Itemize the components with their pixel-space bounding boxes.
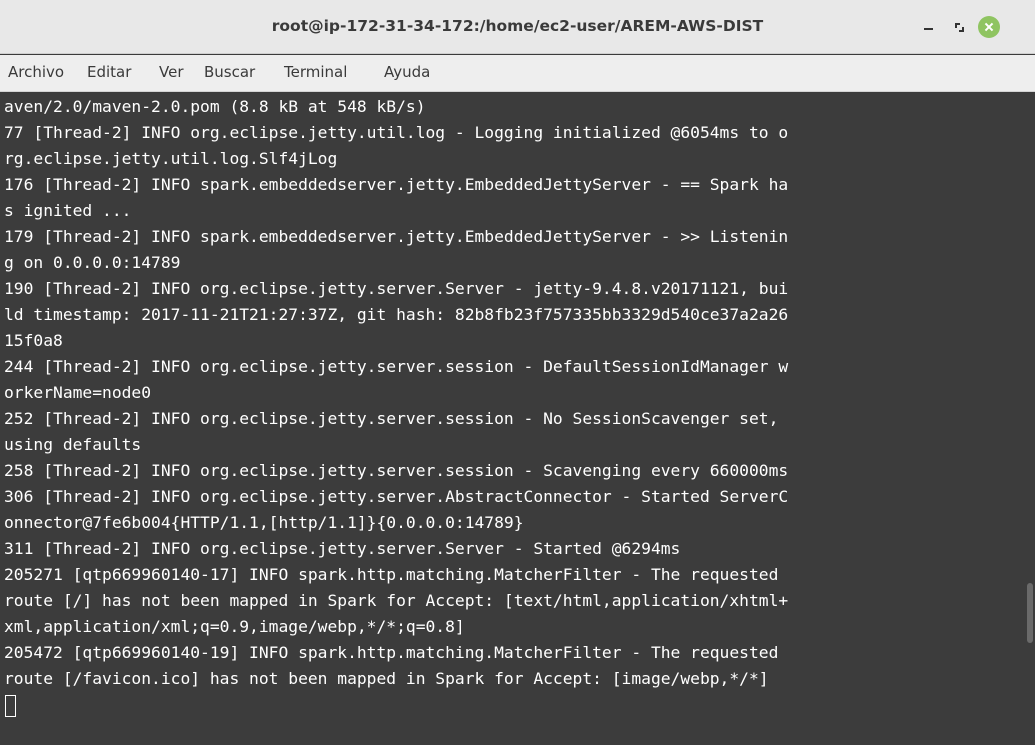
scrollbar[interactable]	[1024, 93, 1035, 745]
terminal-line: using defaults	[4, 435, 142, 454]
terminal-line: route [/favicon.ico] has not been mapped…	[4, 669, 769, 688]
terminal-line: route [/] has not been mapped in Spark f…	[4, 591, 789, 610]
terminal-line: onnector@7fe6b004{HTTP/1.1,[http/1.1]}{0…	[4, 513, 524, 532]
menu-ver[interactable]: Ver	[159, 63, 184, 81]
terminal-line: 190 [Thread-2] INFO org.eclipse.jetty.se…	[4, 279, 789, 298]
terminal-line: 77 [Thread-2] INFO org.eclipse.jetty.uti…	[4, 123, 789, 142]
menu-bar: Archivo Editar Ver Buscar Terminal Ayuda	[0, 55, 1035, 92]
terminal-output[interactable]: aven/2.0/maven-2.0.pom (8.8 kB at 548 kB…	[0, 93, 1035, 745]
terminal-line: ld timestamp: 2017-11-21T21:27:37Z, git …	[4, 305, 789, 324]
maximize-icon[interactable]	[948, 16, 970, 38]
minimize-icon[interactable]	[918, 16, 940, 38]
terminal-line: 306 [Thread-2] INFO org.eclipse.jetty.se…	[4, 487, 789, 506]
terminal-line: 244 [Thread-2] INFO org.eclipse.jetty.se…	[4, 357, 789, 376]
window-title: root@ip-172-31-34-172:/home/ec2-user/ARE…	[271, 17, 764, 35]
menu-buscar[interactable]: Buscar	[204, 63, 255, 81]
terminal-line: 179 [Thread-2] INFO spark.embeddedserver…	[4, 227, 789, 246]
title-bar[interactable]: root@ip-172-31-34-172:/home/ec2-user/ARE…	[0, 0, 1035, 54]
terminal-line: 176 [Thread-2] INFO spark.embeddedserver…	[4, 175, 789, 194]
terminal-line: 15f0a8	[4, 331, 63, 350]
terminal-line: 311 [Thread-2] INFO org.eclipse.jetty.se…	[4, 539, 681, 558]
menu-archivo[interactable]: Archivo	[8, 63, 64, 81]
menu-editar[interactable]: Editar	[87, 63, 131, 81]
terminal-line: aven/2.0/maven-2.0.pom (8.8 kB at 548 kB…	[4, 97, 426, 116]
scrollbar-thumb[interactable]	[1027, 583, 1033, 643]
terminal-line: s ignited ...	[4, 201, 132, 220]
menu-terminal[interactable]: Terminal	[284, 63, 347, 81]
terminal-cursor	[5, 695, 16, 717]
terminal-line: 252 [Thread-2] INFO org.eclipse.jetty.se…	[4, 409, 779, 428]
terminal-line: rg.eclipse.jetty.util.log.Slf4jLog	[4, 149, 338, 168]
menu-ayuda[interactable]: Ayuda	[384, 63, 430, 81]
terminal-line: 258 [Thread-2] INFO org.eclipse.jetty.se…	[4, 461, 789, 480]
terminal-line: xml,application/xml;q=0.9,image/webp,*/*…	[4, 617, 465, 636]
terminal-line: 205271 [qtp669960140-17] INFO spark.http…	[4, 565, 779, 584]
terminal-line: 205472 [qtp669960140-19] INFO spark.http…	[4, 643, 779, 662]
terminal-line: g on 0.0.0.0:14789	[4, 253, 181, 272]
close-icon[interactable]	[978, 16, 1000, 38]
terminal-line: orkerName=node0	[4, 383, 152, 402]
